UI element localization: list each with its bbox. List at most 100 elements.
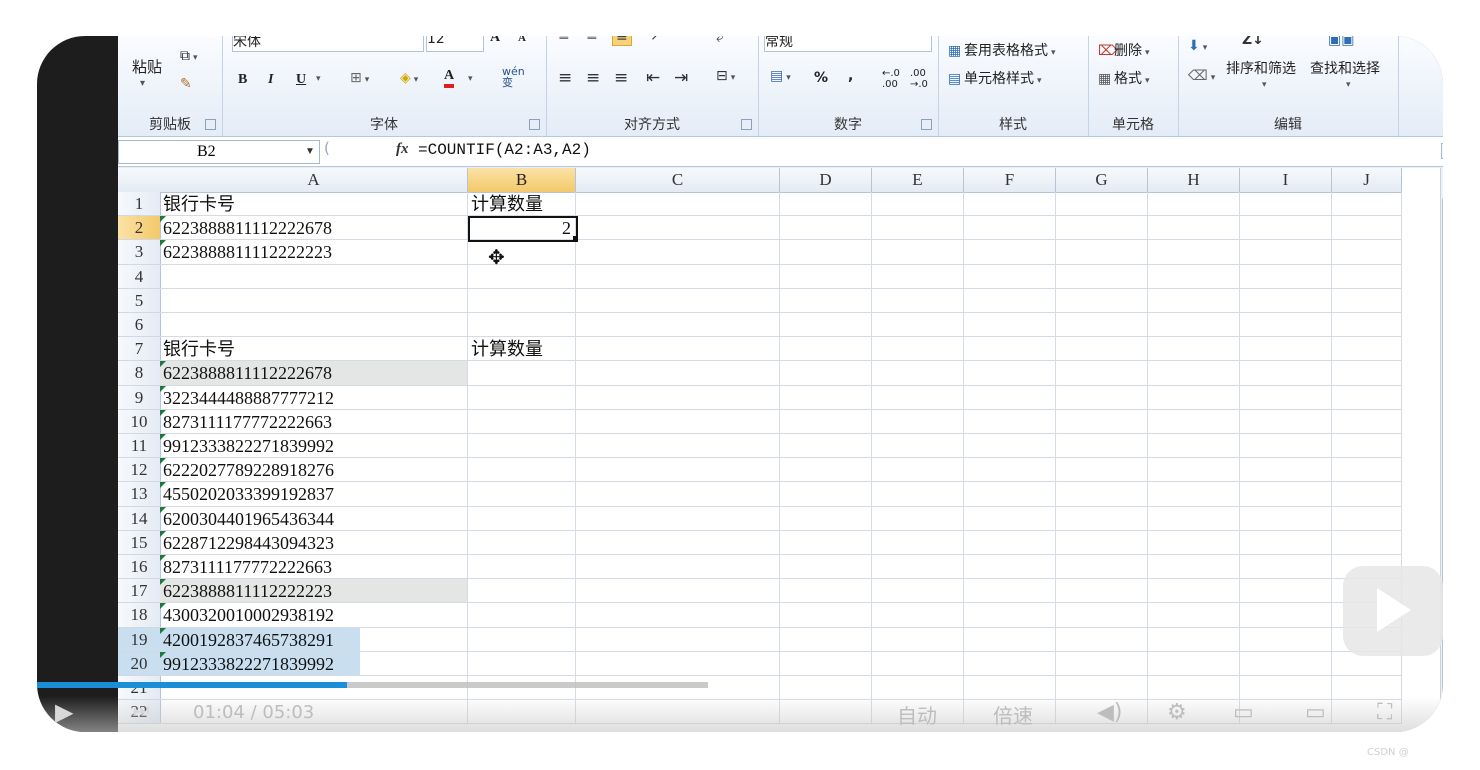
column-header-b[interactable]: B xyxy=(468,168,576,193)
clear-icon[interactable]: ⌫ ▾ xyxy=(1188,68,1215,84)
speed-button[interactable]: 倍速 xyxy=(993,700,1033,729)
bold-button[interactable]: B xyxy=(238,72,247,88)
row-header-13[interactable]: 13 xyxy=(118,482,161,507)
sort-filter-icon[interactable]: Z↓ xyxy=(1242,36,1264,48)
increase-decimal-icon[interactable]: ←.0 .00 xyxy=(882,68,900,90)
column-header-a[interactable]: A xyxy=(160,168,468,193)
paste-dropdown-icon[interactable]: ▾ xyxy=(140,78,145,89)
fill-color-icon[interactable]: ◈ ▾ xyxy=(400,70,418,86)
cell-a14[interactable]: 6200304401965436344 xyxy=(160,508,334,530)
underline-dropdown-icon[interactable]: ▾ xyxy=(316,74,321,84)
cell-a19[interactable]: 4200192837465738291 xyxy=(160,629,334,651)
number-launcher-icon[interactable] xyxy=(921,119,932,130)
increase-indent-icon[interactable]: ⇥ xyxy=(674,68,688,88)
row-header-6[interactable]: 6 xyxy=(118,313,161,338)
play-icon[interactable]: ▶ xyxy=(55,698,73,726)
formula-input[interactable]: =COUNTIF(A2:A3,A2) xyxy=(418,141,591,159)
row-header-19[interactable]: 19 xyxy=(118,627,161,652)
row-header-18[interactable]: 18 xyxy=(118,603,161,628)
row-header-15[interactable]: 15 xyxy=(118,530,161,555)
find-select-icon[interactable]: ▣▣ xyxy=(1328,36,1354,48)
settings-icon[interactable]: ⚙ xyxy=(1167,700,1187,725)
row-header-14[interactable]: 14 xyxy=(118,506,161,531)
underline-button[interactable]: U xyxy=(296,72,306,88)
expand-formula-bar-icon[interactable]: ▼ xyxy=(1441,143,1443,159)
column-header-h[interactable]: H xyxy=(1148,168,1240,193)
alignment-launcher-icon[interactable] xyxy=(741,119,752,130)
row-header-10[interactable]: 10 xyxy=(118,409,161,434)
row-header-20[interactable]: 20 xyxy=(118,651,161,676)
font-launcher-icon[interactable] xyxy=(529,119,540,130)
shrink-font-button[interactable]: A xyxy=(518,36,526,44)
font-name-select[interactable]: 宋体 xyxy=(232,36,424,52)
row-header-16[interactable]: 16 xyxy=(118,555,161,580)
font-size-select[interactable]: 12 xyxy=(426,36,484,52)
top-align-icon[interactable]: ≡ xyxy=(558,36,570,44)
comma-button[interactable]: , xyxy=(848,68,853,84)
font-color-dropdown-icon[interactable]: ▾ xyxy=(468,74,473,84)
cell-a7[interactable]: 银行卡号 xyxy=(160,338,235,360)
row-header-12[interactable]: 12 xyxy=(118,458,161,483)
select-all-corner[interactable] xyxy=(118,168,161,193)
orientation-icon[interactable]: ↗ xyxy=(650,36,662,44)
column-header-i[interactable]: I xyxy=(1240,168,1332,193)
copy-icon[interactable]: ⧉ ▾ xyxy=(180,48,198,64)
clipboard-launcher-icon[interactable] xyxy=(205,119,216,130)
cell-a16[interactable]: 8273111177772222663 xyxy=(160,556,332,578)
cell-b1[interactable]: 计算数量 xyxy=(468,193,543,215)
fill-handle[interactable] xyxy=(573,236,578,241)
bilibili-play-overlay[interactable] xyxy=(1343,566,1443,656)
worksheet-grid[interactable]: ABCDEFGHIJ 1 2 3 4 5 6 7 8 9 10 11 12 13 14 15 16 17 18 19… xyxy=(118,168,1443,732)
find-select-dropdown-icon[interactable]: ▾ xyxy=(1346,80,1351,90)
cell-a8[interactable]: 6223888811112222678 xyxy=(160,362,332,384)
cell-a11[interactable]: 9912333822271839992 xyxy=(160,435,334,457)
column-header-g[interactable]: G xyxy=(1056,168,1148,193)
cell-a17[interactable]: 6223888811112222223 xyxy=(160,580,332,602)
cell-a18[interactable]: 4300320010002938192 xyxy=(160,604,334,626)
fullscreen-icon[interactable]: ⛶ xyxy=(1377,700,1392,725)
wrap-text-icon[interactable]: ⤶ xyxy=(716,36,724,46)
middle-align-icon[interactable]: ≡ xyxy=(586,36,598,44)
cell-a20[interactable]: 9912333822271839992 xyxy=(160,653,334,675)
font-color-button[interactable]: A xyxy=(444,68,455,88)
align-center-icon[interactable]: ≡ xyxy=(586,68,600,88)
volume-icon[interactable]: ◀) xyxy=(1097,700,1123,725)
row-header-8[interactable]: 8 xyxy=(118,361,161,386)
cell-a2[interactable]: 6223888811112222678 xyxy=(160,217,332,239)
insert-function-button[interactable]: fx xyxy=(396,141,409,158)
cell-a9[interactable]: 3223444488887777212 xyxy=(160,387,334,409)
cell-styles-button[interactable]: ▤ 单元格样式 ▾ xyxy=(948,68,1042,88)
fill-icon[interactable]: ⬇ ▾ xyxy=(1188,38,1207,54)
row-header-9[interactable]: 9 xyxy=(118,385,161,410)
currency-icon[interactable]: ▤ ▾ xyxy=(770,68,791,84)
decrease-indent-icon[interactable]: ⇤ xyxy=(646,68,660,88)
cell-a3[interactable]: 6223888811112222223 xyxy=(160,241,332,263)
name-box-dropdown-icon[interactable]: ▼ xyxy=(305,141,315,163)
align-right-icon[interactable]: ≡ xyxy=(614,68,628,88)
row-header-3[interactable]: 3 xyxy=(118,240,161,265)
cell-a1[interactable]: 银行卡号 xyxy=(160,193,235,215)
cell-b7[interactable]: 计算数量 xyxy=(468,338,543,360)
format-button[interactable]: ▦ 格式 ▾ xyxy=(1098,68,1150,88)
quality-button[interactable]: 自动 xyxy=(897,700,937,729)
row-header-11[interactable]: 11 xyxy=(118,434,161,459)
row-header-1[interactable]: 1 xyxy=(118,192,161,217)
phonetic-guide-icon[interactable]: wén 变 xyxy=(502,66,525,88)
borders-icon[interactable]: ⊞ ▾ xyxy=(350,70,369,86)
row-header-4[interactable]: 4 xyxy=(118,264,161,289)
column-header-j[interactable]: J xyxy=(1332,168,1402,193)
pip-icon[interactable]: ▭ xyxy=(1233,700,1254,725)
percent-button[interactable]: % xyxy=(814,70,828,86)
sort-filter-button[interactable]: 排序和筛选 xyxy=(1226,58,1296,78)
row-header-17[interactable]: 17 xyxy=(118,579,161,604)
cell-a10[interactable]: 8273111177772222663 xyxy=(160,411,332,433)
column-header-f[interactable]: F xyxy=(964,168,1056,193)
cell-a13[interactable]: 4550202033399192837 xyxy=(160,483,334,505)
column-header-e[interactable]: E xyxy=(872,168,964,193)
vertical-scrollbar[interactable]: ▲ ≡ xyxy=(1440,168,1443,732)
italic-button[interactable]: I xyxy=(268,72,273,88)
number-format-select[interactable]: 常规 xyxy=(764,36,932,52)
sort-filter-dropdown-icon[interactable]: ▾ xyxy=(1262,80,1267,90)
row-header-7[interactable]: 7 xyxy=(118,337,161,362)
decrease-decimal-icon[interactable]: .00 →.0 xyxy=(910,68,928,90)
